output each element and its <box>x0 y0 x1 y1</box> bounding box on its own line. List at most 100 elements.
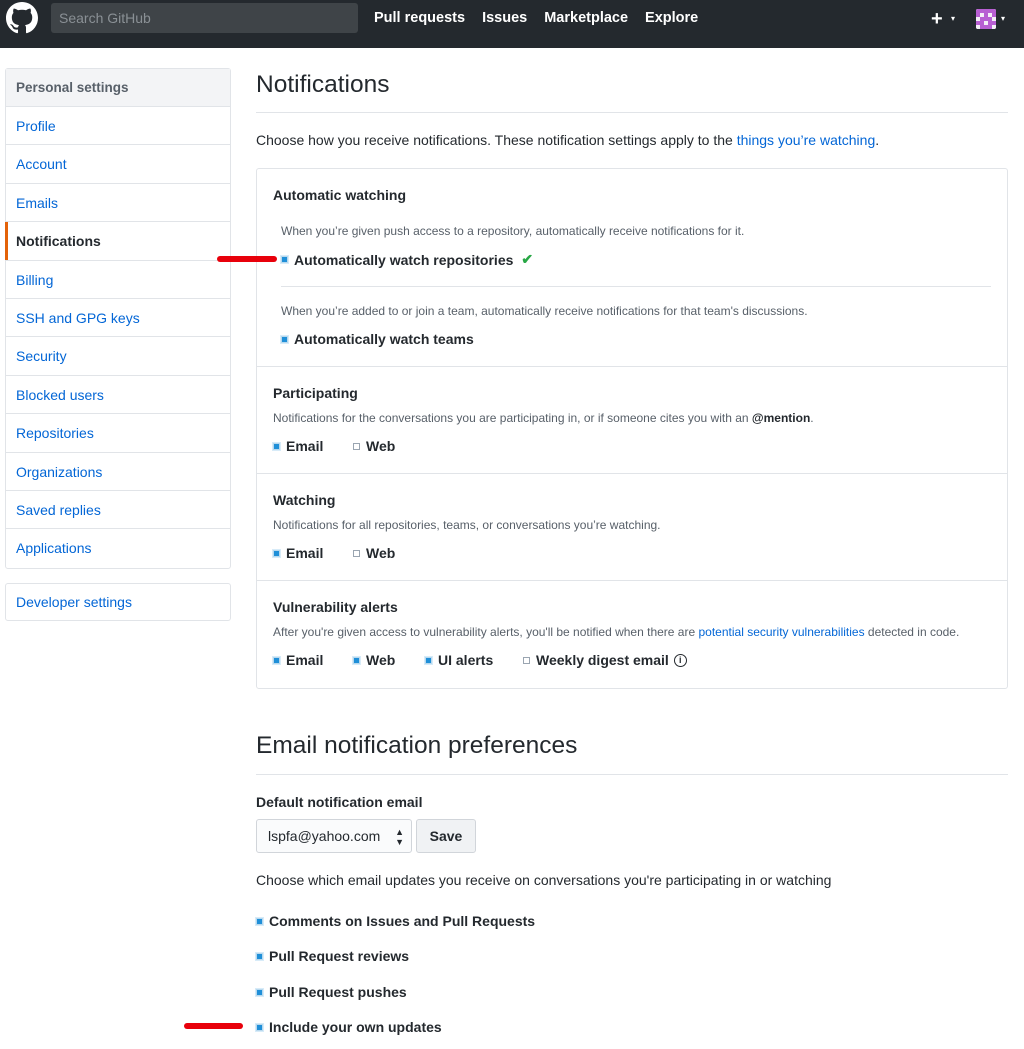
nav-explore[interactable]: Explore <box>645 10 698 26</box>
avatar[interactable] <box>976 9 996 29</box>
sidebar-item-saved-replies[interactable]: Saved replies <box>6 491 230 530</box>
watching-section: Watching Notifications for all repositor… <box>257 474 1007 581</box>
sidebar-item-ssh-gpg-keys[interactable]: SSH and GPG keys <box>6 299 230 338</box>
sidebar-item-security[interactable]: Security <box>6 337 230 376</box>
option-label: Email <box>286 652 324 668</box>
checkbox-icon[interactable] <box>256 1023 263 1031</box>
participating-note: Notifications for the conversations you … <box>273 411 814 425</box>
watching-web-checkbox[interactable]: Web <box>353 545 395 561</box>
search-input[interactable] <box>51 3 358 33</box>
checkbox-icon[interactable] <box>425 656 432 664</box>
intro-suffix: . <box>875 132 880 148</box>
create-new-icon[interactable]: + <box>931 8 943 31</box>
developer-sidebar: Developer settings <box>5 583 231 621</box>
sidebar-item-profile[interactable]: Profile <box>6 107 230 146</box>
participating-section: Participating Notifications for the conv… <box>257 367 1007 474</box>
default-email-label: Default notification email <box>256 794 423 810</box>
sidebar-item-repositories[interactable]: Repositories <box>6 414 230 453</box>
option-label: Pull Request pushes <box>269 984 407 1000</box>
section-title: Watching <box>273 492 336 508</box>
option-label: Email <box>286 545 324 561</box>
vulnerability-web-checkbox[interactable]: Web <box>353 652 395 668</box>
checkbox-icon[interactable] <box>273 549 280 557</box>
checkbox-icon[interactable] <box>281 256 288 263</box>
checkbox-icon[interactable] <box>281 335 288 343</box>
intro-prefix: Choose how you receive notifications. Th… <box>256 132 737 148</box>
nav-issues[interactable]: Issues <box>482 10 527 26</box>
sidebar-item-organizations[interactable]: Organizations <box>6 453 230 491</box>
save-button[interactable]: Save <box>416 819 476 853</box>
mention-text: @mention <box>751 411 811 425</box>
select-arrows-icon: ▲ ▼ <box>395 827 404 847</box>
option-label: Automatically watch repositories <box>294 251 514 268</box>
participating-web-checkbox[interactable]: Web <box>353 438 395 454</box>
team-note: When you’re added to or join a team, aut… <box>281 304 808 318</box>
section-title: Automatic watching <box>273 187 407 203</box>
section-title: Participating <box>273 385 358 401</box>
red-annotation-mark <box>184 1023 243 1029</box>
checkbox-icon[interactable] <box>523 656 530 664</box>
sidebar-item-emails[interactable]: Emails <box>6 184 230 223</box>
sidebar-item-account[interactable]: Account <box>6 145 230 184</box>
option-label: Automatically watch teams <box>294 331 474 347</box>
checkbox-icon[interactable] <box>256 917 263 925</box>
vulnerability-email-checkbox[interactable]: Email <box>273 652 323 668</box>
weekly-digest-checkbox[interactable]: Weekly digest email i <box>523 652 687 668</box>
option-label: Weekly digest email <box>536 652 669 668</box>
watching-note: Notifications for all repositories, team… <box>273 518 661 532</box>
comments-issues-checkbox[interactable]: Comments on Issues and Pull Requests <box>256 913 535 929</box>
pr-reviews-checkbox[interactable]: Pull Request reviews <box>256 948 409 964</box>
option-label: Web <box>366 652 396 668</box>
choose-updates-text: Choose which email updates you receive o… <box>256 872 832 888</box>
checkbox-icon[interactable] <box>353 656 360 664</box>
sidebar-item-applications[interactable]: Applications <box>6 529 230 567</box>
email-preferences-title: Email notification preferences <box>256 732 1008 775</box>
checkbox-icon[interactable] <box>273 442 280 450</box>
checkbox-icon[interactable] <box>256 952 263 960</box>
sidebar-item-developer-settings[interactable]: Developer settings <box>6 584 230 620</box>
option-label: Email <box>286 438 324 454</box>
divider <box>281 286 991 287</box>
red-annotation-mark <box>217 256 277 262</box>
pr-pushes-checkbox[interactable]: Pull Request pushes <box>256 984 407 1000</box>
note-text: Notifications for the conversations you … <box>273 411 752 425</box>
nav-marketplace[interactable]: Marketplace <box>544 10 628 26</box>
top-header: Pull requests Issues Marketplace Explore… <box>0 0 1024 48</box>
own-updates-checkbox[interactable]: Include your own updates <box>256 1019 442 1035</box>
sidebar-item-billing[interactable]: Billing <box>6 261 230 299</box>
selected-email: lspfa@yahoo.com <box>268 828 381 844</box>
default-email-select[interactable]: lspfa@yahoo.com ▲ ▼ <box>256 819 412 853</box>
watching-email-checkbox[interactable]: Email <box>273 545 323 561</box>
note-text: After you're given access to vulnerabili… <box>273 625 699 639</box>
checkbox-icon[interactable] <box>273 656 280 664</box>
option-label: UI alerts <box>438 652 494 668</box>
things-watching-link[interactable]: things you’re watching <box>737 132 876 148</box>
participating-email-checkbox[interactable]: Email <box>273 438 323 454</box>
checkbox-icon[interactable] <box>353 549 360 557</box>
sidebar-heading: Personal settings <box>6 69 230 107</box>
option-label: Pull Request reviews <box>269 948 410 964</box>
option-label: Web <box>366 545 396 561</box>
vulnerability-note: After you're given access to vulnerabili… <box>273 625 959 639</box>
sidebar-item-notifications[interactable]: Notifications <box>5 222 230 261</box>
nav-pull-requests[interactable]: Pull requests <box>374 10 465 26</box>
check-icon: ✔ <box>521 251 534 267</box>
intro-text: Choose how you receive notifications. Th… <box>256 132 879 148</box>
note-end: . <box>810 411 814 425</box>
settings-sidebar: Personal settings Profile Account Emails… <box>5 68 231 569</box>
info-icon[interactable]: i <box>673 653 687 667</box>
watch-teams-checkbox[interactable]: Automatically watch teams <box>281 331 474 347</box>
github-logo-icon[interactable] <box>6 2 38 34</box>
option-label: Web <box>366 438 396 454</box>
identicon-icon <box>976 9 996 29</box>
security-vulnerabilities-link[interactable]: potential security vulnerabilities <box>698 625 864 639</box>
watch-repositories-checkbox[interactable]: Automatically watch repositories ✔ <box>281 251 533 268</box>
chevron-down-icon: ▾ <box>951 14 956 23</box>
vulnerability-alerts-section: Vulnerability alerts After you're given … <box>257 581 1007 688</box>
checkbox-icon[interactable] <box>353 442 360 450</box>
automatic-watching-section: Automatic watching When you’re given pus… <box>257 169 1007 367</box>
vulnerability-ui-alerts-checkbox[interactable]: UI alerts <box>425 652 493 668</box>
option-label: Include your own updates <box>269 1019 442 1035</box>
checkbox-icon[interactable] <box>256 988 263 996</box>
sidebar-item-blocked-users[interactable]: Blocked users <box>6 376 230 415</box>
